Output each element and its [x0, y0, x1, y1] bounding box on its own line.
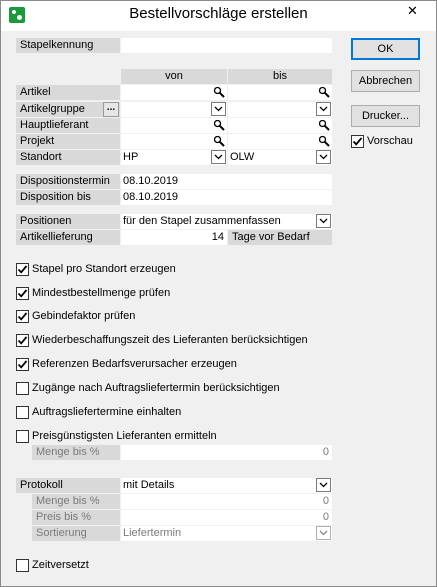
option-checkbox[interactable] — [16, 287, 29, 300]
magnifier-icon[interactable] — [317, 118, 331, 132]
magnifier-icon[interactable] — [212, 134, 226, 148]
option-checkbox[interactable] — [16, 263, 29, 276]
option-label: Referenzen Bedarfsverursacher erzeugen — [32, 358, 237, 370]
close-button[interactable]: ✕ — [390, 1, 435, 21]
disposition-bis-label: Disposition bis — [16, 190, 120, 205]
checkmark-icon — [17, 360, 28, 369]
checkmark-icon — [17, 336, 28, 345]
protokoll-select[interactable]: mit Details — [121, 478, 332, 493]
range-label-projekt: Projekt — [16, 134, 120, 149]
option-label: Preisgünstigsten Lieferanten ermitteln — [32, 430, 217, 442]
option-label: Stapel pro Standort erzeugen — [32, 263, 176, 275]
sortierung-label: Sortierung — [32, 526, 120, 541]
checkmark-icon — [17, 312, 28, 321]
option-checkbox[interactable] — [16, 430, 29, 443]
menge-bis-input[interactable]: 0 — [121, 445, 332, 460]
range-label-standort: Standort — [16, 150, 120, 165]
option-checkbox[interactable] — [16, 406, 29, 419]
option-label: Gebindefaktor prüfen — [32, 310, 136, 322]
artikellieferung-input[interactable]: 14 — [121, 230, 227, 245]
chevron-down-icon[interactable] — [316, 526, 331, 540]
range-header-from: von — [121, 69, 227, 84]
stapelkennung-label: Stapelkennung — [16, 38, 120, 53]
positionen-select[interactable]: für den Stapel zusammenfassen — [121, 214, 332, 229]
printer-button[interactable]: Drucker... — [351, 105, 420, 127]
vorschau-checkbox[interactable] — [351, 135, 364, 148]
option-label: Auftragsliefertermine einhalten — [32, 406, 182, 418]
option-checkbox[interactable] — [16, 334, 29, 347]
dispositionstermin-input[interactable]: 08.10.2019 — [121, 174, 332, 189]
magnifier-icon[interactable] — [317, 85, 331, 99]
close-icon: ✕ — [407, 3, 418, 18]
menge-bis-label: Menge bis % — [32, 445, 120, 460]
window-title: Bestellvorschläge erstellen — [129, 5, 308, 22]
artikelgruppe-browse-button[interactable]: ... — [103, 102, 119, 117]
option-checkbox[interactable] — [16, 358, 29, 371]
magnifier-icon[interactable] — [212, 85, 226, 99]
protokoll-label: Protokoll — [16, 478, 120, 493]
protokoll-menge-bis-input[interactable]: 0 — [121, 494, 332, 509]
option-label: Mindestbestellmenge prüfen — [32, 287, 171, 299]
range-label-artikel: Artikel — [16, 85, 120, 100]
option-checkbox[interactable] — [16, 382, 29, 395]
magnifier-icon[interactable] — [317, 134, 331, 148]
zeitversetzt-label: Zeitversetzt — [32, 559, 89, 571]
option-label: Wiederbeschaffungszeit des Lieferanten b… — [32, 334, 308, 346]
artikellieferung-label: Artikellieferung — [16, 230, 120, 245]
preis-bis-label: Preis bis % — [32, 510, 120, 525]
cancel-button[interactable]: Abbrechen — [351, 70, 420, 92]
chevron-down-icon[interactable] — [316, 102, 331, 116]
ok-button[interactable]: OK — [351, 38, 420, 60]
dispositionstermin-label: Dispositionstermin — [16, 174, 120, 189]
protokoll-menge-bis-label: Menge bis % — [32, 494, 120, 509]
magnifier-icon[interactable] — [212, 118, 226, 132]
option-checkbox[interactable] — [16, 310, 29, 323]
checkmark-icon — [17, 265, 28, 274]
preis-bis-input[interactable]: 0 — [121, 510, 332, 525]
chevron-down-icon[interactable] — [211, 102, 226, 116]
dialog-window: Bestellvorschläge erstellen ✕ OK Abbrech… — [0, 0, 437, 587]
chevron-down-icon[interactable] — [316, 214, 331, 228]
zeitversetzt-checkbox[interactable] — [16, 559, 29, 572]
positionen-label: Positionen — [16, 214, 120, 229]
stapelkennung-input[interactable] — [121, 38, 332, 53]
sortierung-select[interactable]: Liefertermin — [121, 526, 332, 541]
range-label-hauptlieferant: Hauptlieferant — [16, 118, 120, 133]
range-header-to: bis — [228, 69, 332, 84]
chevron-down-icon[interactable] — [316, 478, 331, 492]
artikellieferung-suffix: Tage vor Bedarf — [228, 230, 332, 245]
title-bar[interactable]: Bestellvorschläge erstellen ✕ — [1, 1, 436, 31]
chevron-down-icon[interactable] — [211, 150, 226, 164]
disposition-bis-input[interactable]: 08.10.2019 — [121, 190, 332, 205]
vorschau-label: Vorschau — [367, 135, 413, 147]
checkmark-icon — [17, 289, 28, 298]
checkmark-icon — [352, 137, 363, 146]
option-label: Zugänge nach Auftragsliefertermin berück… — [32, 382, 280, 394]
chevron-down-icon[interactable] — [316, 150, 331, 164]
